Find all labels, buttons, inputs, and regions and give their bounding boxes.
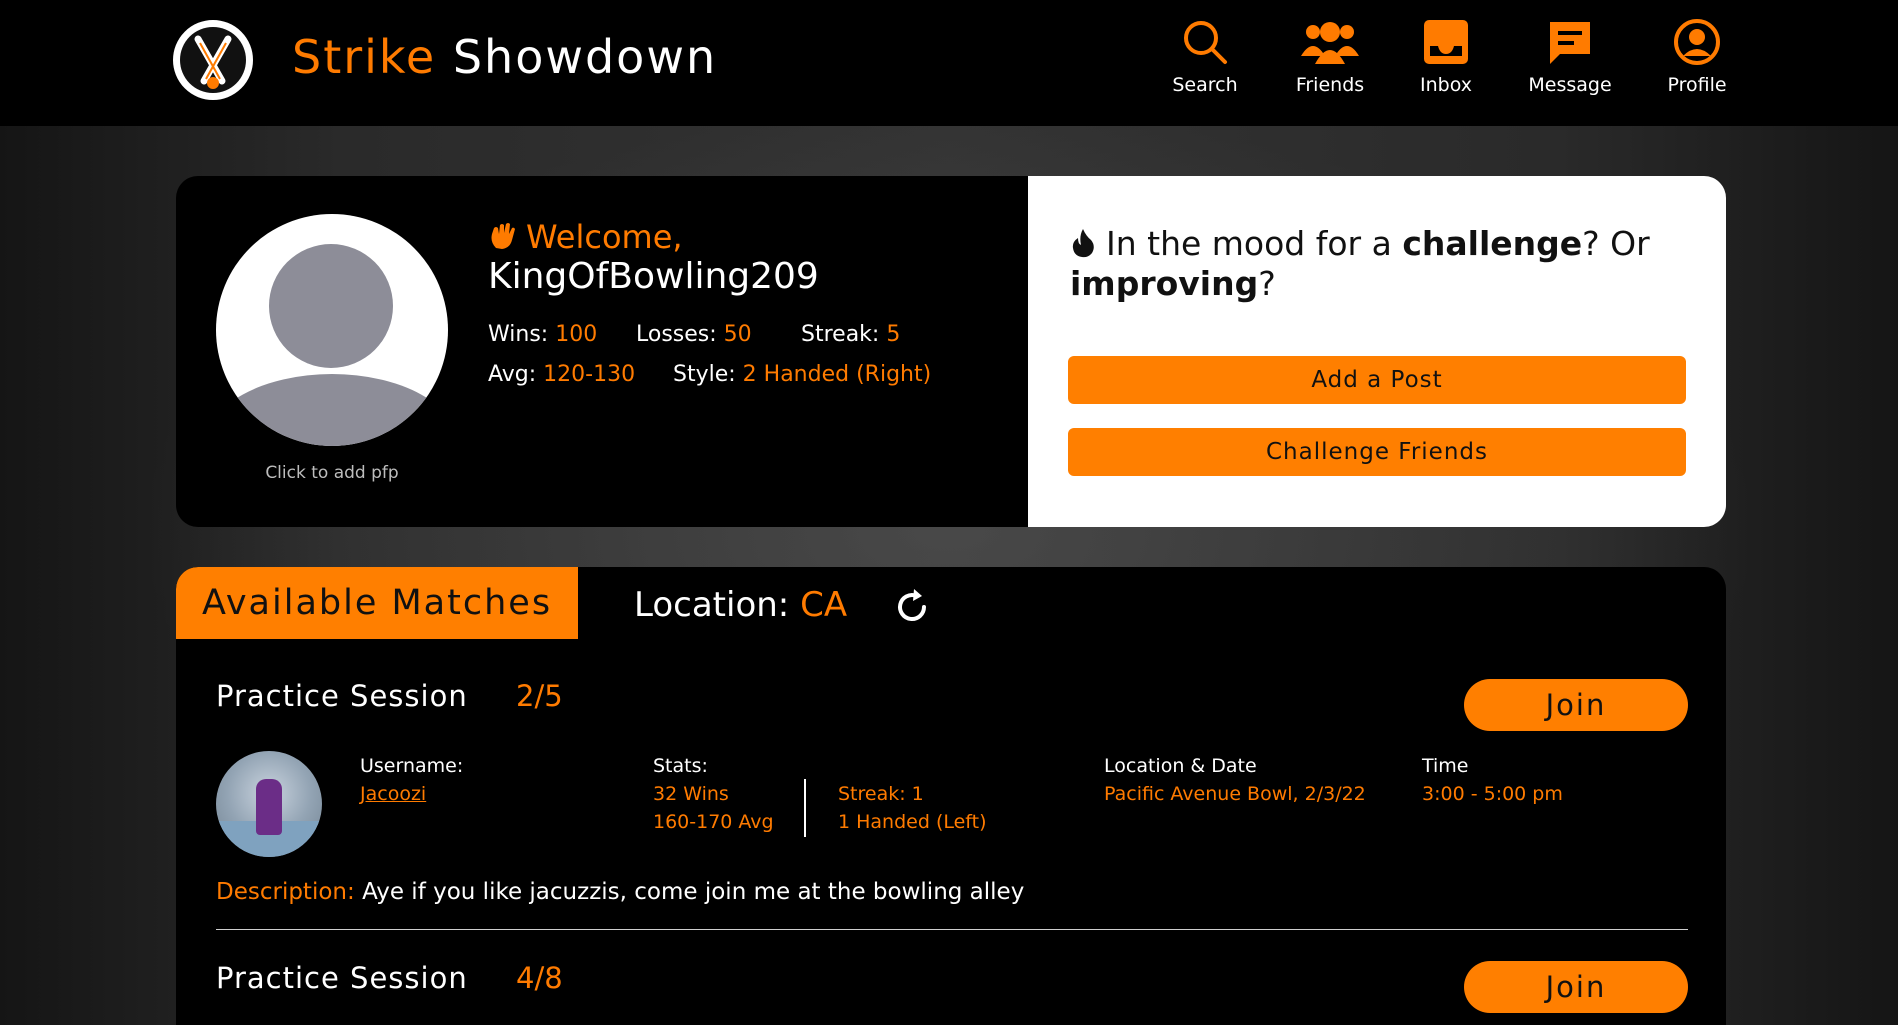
losses-value: 50 [723, 322, 752, 347]
player-wins: 32 Wins [653, 783, 729, 805]
stat-avg: Avg: 120-130 [488, 362, 635, 387]
friends-icon [1301, 22, 1359, 64]
nav-message-label: Message [1528, 74, 1612, 96]
add-post-button[interactable]: Add a Post [1068, 356, 1686, 404]
nav-inbox-label: Inbox [1420, 74, 1472, 96]
stats-divider [804, 779, 806, 837]
app-title-part1: Strike [292, 30, 437, 84]
join-button[interactable]: Join [1464, 679, 1688, 731]
match-title: Practice Session [216, 961, 468, 995]
description-label: Description: [216, 879, 355, 905]
wins-label: Wins: [488, 322, 549, 347]
app-title: Strike Showdown [292, 30, 717, 84]
avg-label: Avg: [488, 362, 537, 387]
app-title-part2: Showdown [452, 30, 718, 84]
welcome-heading: Welcome, [488, 218, 683, 256]
stats-label: Stats: [653, 755, 708, 777]
prompt-word-improving: improving [1070, 264, 1259, 303]
waving-hand-icon [491, 223, 515, 249]
player-style: 1 Handed (Left) [838, 811, 987, 833]
prompt-text-2: ? Or [1582, 224, 1650, 263]
nav-profile-label: Profile [1667, 74, 1727, 96]
match-location-date: Pacific Avenue Bowl, 2/3/22 [1104, 783, 1366, 805]
nav-friends[interactable]: Friends [1290, 18, 1370, 96]
challenge-card: In the mood for a challenge? Or improvin… [1028, 176, 1726, 527]
flame-icon [1072, 229, 1094, 258]
challenge-prompt: In the mood for a challenge? Or improvin… [1070, 224, 1690, 304]
join-button[interactable]: Join [1464, 961, 1688, 1013]
nav-search[interactable]: Search [1168, 18, 1242, 96]
message-icon [1550, 22, 1590, 64]
inbox-icon [1424, 20, 1468, 64]
refresh-button[interactable] [892, 587, 932, 631]
match-title: Practice Session [216, 679, 468, 713]
time-label: Time [1422, 755, 1469, 777]
challenge-friends-button[interactable]: Challenge Friends [1068, 428, 1686, 476]
location-value: CA [800, 585, 848, 625]
nav-profile[interactable]: Profile [1666, 18, 1728, 96]
wins-value: 100 [555, 322, 598, 347]
player-streak: Streak: 1 [838, 783, 924, 805]
matches-panel: Available Matches Location: CA Practice … [176, 567, 1726, 1025]
streak-label: Streak: [801, 322, 880, 347]
avg-value: 120-130 [543, 362, 636, 387]
top-nav-bar: Strike Showdown Search Friends Inbox Mes… [0, 0, 1898, 126]
nav-message[interactable]: Message [1526, 18, 1614, 96]
player-avatar[interactable] [216, 751, 322, 857]
prompt-text-1: In the mood for a [1106, 224, 1392, 263]
username-label: Username: [360, 755, 464, 777]
crossed-pins-icon [194, 35, 232, 89]
profile-card: Click to add pfp Welcome, KingOfBowling2… [176, 176, 1028, 527]
logo[interactable] [173, 20, 253, 100]
player-avg: 160-170 Avg [653, 811, 774, 833]
welcome-text: Welcome, [526, 218, 683, 256]
match-time: 3:00 - 5:00 pm [1422, 783, 1563, 805]
search-icon [1184, 21, 1227, 64]
profile-icon [1674, 19, 1720, 65]
stat-streak: Streak: 5 [801, 322, 900, 347]
stat-style: Style: 2 Handed (Right) [673, 362, 931, 387]
prompt-word-challenge: challenge [1402, 224, 1583, 263]
player-username-link[interactable]: Jacoozi [360, 783, 426, 805]
location-label: Location: [634, 585, 790, 625]
refresh-icon [898, 589, 926, 621]
match-description: Description: Aye if you like jacuzzis, c… [216, 879, 1024, 905]
style-label: Style: [673, 362, 736, 387]
match-player-count: 4/8 [516, 961, 563, 995]
stat-losses: Losses: 50 [636, 322, 752, 347]
nav-inbox[interactable]: Inbox [1418, 18, 1474, 96]
current-username: KingOfBowling209 [488, 256, 819, 297]
streak-value: 5 [886, 322, 901, 347]
add-pfp-hint: Click to add pfp [265, 463, 399, 483]
profile-avatar-placeholder[interactable] [216, 214, 448, 446]
description-text: Aye if you like jacuzzis, come join me a… [362, 879, 1025, 905]
nav-search-label: Search [1172, 74, 1238, 96]
stat-wins: Wins: 100 [488, 322, 597, 347]
style-value: 2 Handed (Right) [742, 362, 932, 387]
match-divider [216, 929, 1688, 930]
tab-available-matches[interactable]: Available Matches [176, 567, 578, 639]
match-player-count: 2/5 [516, 679, 563, 713]
prompt-text-3: ? [1258, 264, 1276, 303]
losses-label: Losses: [636, 322, 717, 347]
location-filter[interactable]: Location: CA [634, 585, 847, 625]
location-date-label: Location & Date [1104, 755, 1257, 777]
nav-friends-label: Friends [1295, 74, 1365, 96]
